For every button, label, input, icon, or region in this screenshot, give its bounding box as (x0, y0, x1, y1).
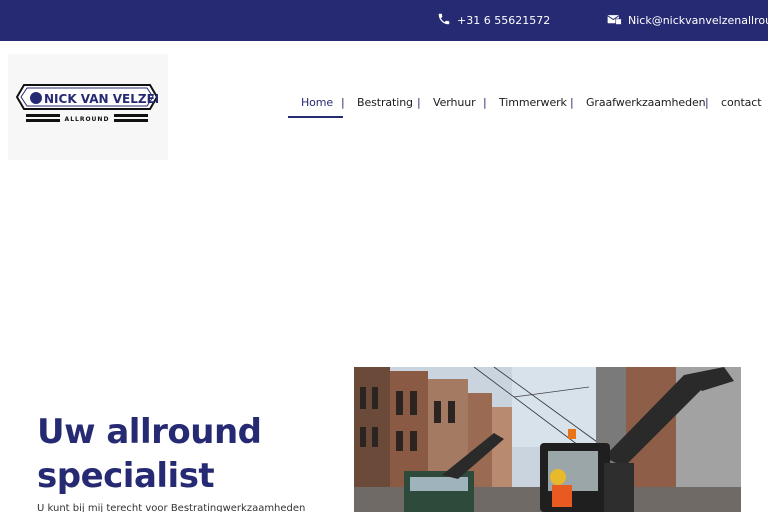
nav-timmerwerk[interactable]: Timmerwerk (499, 96, 567, 109)
nav-graafwerkzaamheden[interactable]: Graafwerkzaamheden (586, 96, 706, 109)
phone-number: +31 6 55621572 (457, 14, 551, 27)
nav-active-indicator (288, 116, 343, 118)
nav-bestrating[interactable]: Bestrating (357, 96, 413, 109)
email-address: Nick@nickvanvelzenallround (628, 14, 768, 27)
nav-contact[interactable]: contact (721, 96, 762, 109)
hero-title-line2: specialist (37, 456, 215, 496)
top-bar: +31 6 55621572 Nick@nickvanvelzenallroun… (0, 0, 768, 41)
nav-separator: | (483, 96, 487, 109)
nav-separator: | (341, 96, 345, 109)
nav-verhuur[interactable]: Verhuur (433, 96, 476, 109)
nav-separator: | (417, 96, 421, 109)
nav-separator: | (705, 96, 709, 109)
nav-home[interactable]: Home (301, 96, 333, 109)
phone-icon (437, 12, 451, 29)
mail-icon (607, 13, 622, 29)
nav-separator: | (570, 96, 574, 109)
phone-contact[interactable]: +31 6 55621572 (437, 0, 550, 41)
hero-photo (354, 367, 741, 512)
email-contact[interactable]: Nick@nickvanvelzenallround (607, 0, 768, 41)
hero-title: Uw allround specialist (37, 410, 262, 498)
hero-title-line1: Uw allround (37, 412, 262, 452)
hero-subtitle: U kunt bij mij terecht voor Bestratingwe… (37, 503, 306, 512)
main-nav: Home | Bestrating | Verhuur | Timmerwerk… (0, 92, 768, 120)
